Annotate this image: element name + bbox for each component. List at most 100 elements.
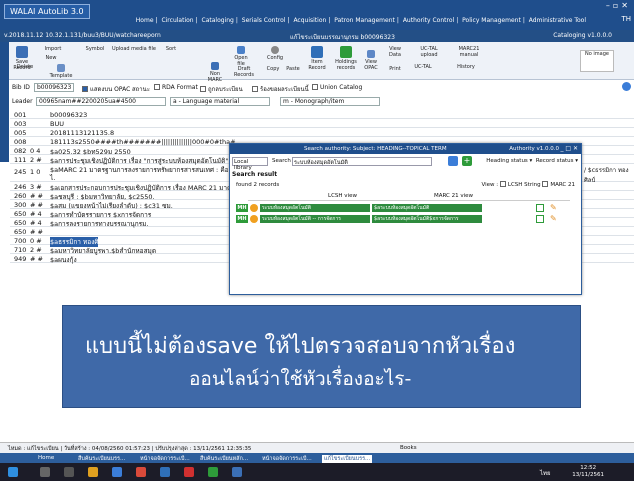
path-bar: v.2018.11.12 10.32.1.131/buu3/BUU/watcha… [0,30,634,42]
marc-cell[interactable]: $aระบบห้องสมุดอัตโนมัติ [372,204,482,212]
annotation-line-1: แบบนี้ไม่ต้องsave ให้ไปตรวจสอบจากหัวเรื่… [85,334,516,359]
browser-icon[interactable] [112,467,122,477]
copy-button[interactable]: Copy [264,66,282,72]
file-explorer-icon[interactable] [88,467,98,477]
nav-acquisition[interactable]: Acquisition [293,17,326,24]
edit-icon[interactable]: ✎ [550,204,558,212]
holdings-records-button[interactable]: Holdings records [332,46,360,71]
nav-serials[interactable]: Serials Control [242,17,286,24]
non-marc-button[interactable]: Non MARC [204,62,226,83]
app-icon[interactable] [160,467,170,477]
nav-cataloging[interactable]: Cataloging [202,17,234,24]
status-label: สถานะ [132,86,150,93]
annotation-line-2: ออนไลน์ว่าใช้หัวเรื่องอะไร- [189,368,412,390]
paste-button[interactable]: Paste [284,66,302,72]
checkbox-icon [200,86,206,92]
pdf-icon[interactable] [184,467,194,477]
app-title[interactable]: WALAI AutoLib 3.0 [4,4,90,19]
dialog-header: Search authority: Subject: HEADING--TOPI… [230,144,581,154]
leader-type-select[interactable]: a - Language material [170,97,270,106]
table-row[interactable]: MH ระบบห้องสมุดอัตโนมัติ $aระบบห้องสมุดอ… [236,204,572,213]
side-tab-strip[interactable] [0,42,9,162]
lcsh-checkbox[interactable] [499,181,506,187]
marc21-manual-button[interactable]: MARC21 manual [452,46,486,58]
marc-field-row[interactable]: 001 b00096323 [10,110,634,119]
request-checkbox[interactable]: ร้องขอผลระเบียนนี้ [252,84,309,94]
new-button[interactable]: New [40,55,62,61]
language-indicator[interactable]: ไทย [540,468,551,478]
import-button[interactable]: Import [40,46,66,52]
history-button[interactable]: History [452,64,480,70]
template-button[interactable]: Template [48,64,74,79]
nav-admin[interactable]: Administrative Tool [529,17,586,24]
marc-cell[interactable]: $aระบบห้องสมุดอัตโนมัติ$xการจัดการ [372,215,482,223]
leader-label: Leader [12,98,33,105]
select-icon[interactable] [536,215,544,223]
collapse-icon[interactable] [622,82,631,91]
table-row[interactable]: MH ระบบห้องสมุดอัตโนมัติ -- การจัดการ $a… [236,215,572,224]
opac-checkbox[interactable]: แสดงบน OPAC [82,84,130,94]
uc-tal-button[interactable]: UC-TAL [412,64,434,70]
marc-field-row[interactable]: 005 20181113121135.8 [10,128,634,137]
tab-search-bib[interactable]: สืบค้นระเบียนบรร... [78,455,125,463]
select-icon[interactable] [536,204,544,212]
delete-button[interactable]: Delete [12,64,38,70]
tab-search-main[interactable]: สืบค้นระเบียนหลัก... [200,455,248,463]
excel-icon[interactable] [208,467,218,477]
print-button[interactable]: Print [384,66,406,72]
window-controls[interactable]: –▫✕ [606,1,631,10]
tab-home[interactable]: Home [38,455,54,461]
view-opac-button[interactable]: View OPAC [362,50,380,71]
marc21-checkbox[interactable] [542,181,549,187]
open-file-button[interactable]: Open file [230,46,252,67]
user-badge[interactable]: TH [621,15,631,23]
nav-patron[interactable]: Patron Management [334,17,395,24]
draft-records-button[interactable]: Draft Records [230,66,258,78]
rda-checkbox[interactable]: RDA Format [154,84,198,91]
search-icon[interactable] [40,467,50,477]
top-nav: Home | Circulation | Cataloging | Serials C… [135,17,586,24]
chrome-icon[interactable] [136,467,146,477]
walai-taskbar-icon[interactable] [232,467,242,477]
search-authority-dialog: Search authority: Subject: HEADING--TOPI… [229,143,582,295]
nav-authority[interactable]: Authority Control [403,17,454,24]
edit-icon[interactable]: ✎ [550,215,558,223]
add-icon[interactable]: + [462,156,472,166]
search-input[interactable]: ระบบห้องสมุดอัตโนมัติ [292,157,432,166]
clock[interactable]: 12:52 13/11/2561 [572,465,604,479]
nav-circulation[interactable]: Circulation [161,17,193,24]
folder-icon [237,46,245,54]
close-icon[interactable]: _ □ ✕ [560,145,578,152]
bibid-field[interactable]: b00096323 [34,83,75,92]
search-icon[interactable] [448,156,458,166]
task-view-icon[interactable] [64,467,74,477]
tab-edit-bib[interactable]: แก้ไขระเบียนบรร... [322,455,373,463]
marc-field-row[interactable]: 003 BUU [10,119,634,128]
nav-home[interactable]: Home [136,17,154,24]
start-icon[interactable] [8,467,18,477]
result-table-header: LCSH view MARC 21 view [248,192,570,201]
lcsh-cell[interactable]: ระบบห้องสมุดอัตโนมัติ -- การจัดการ [260,215,370,223]
tab-manage-1[interactable]: หน้าจอจัดการระเบี... [140,455,190,463]
status-filters[interactable]: Heading status ▾ Record status ▾ [486,158,578,164]
info-icon[interactable] [250,215,258,223]
union-catalog-checkbox[interactable]: Union Catalog [312,84,362,91]
upload-media-button[interactable]: Upload media file [112,46,156,52]
annotation-overlay: แบบนี้ไม่ต้องsave ให้ไปตรวจสอบจากหัวเรื่… [62,305,581,408]
nav-policy[interactable]: Policy Management [462,17,521,24]
symbol-button[interactable]: Symbol [82,46,108,52]
library-select[interactable]: Local library [232,157,268,171]
dialog-title: Search authority: Subject: HEADING--TOPI… [304,146,447,152]
checkbox-icon [82,86,88,92]
deleted-checkbox[interactable]: ถูกลบระเบียน [200,84,243,94]
leader-input[interactable]: 00965nam##2200205ua#4500 [36,97,166,106]
lcsh-cell[interactable]: ระบบห้องสมุดอัตโนมัติ [260,204,370,212]
sort-button[interactable]: Sort [160,46,182,52]
view-data-button[interactable]: View Data [384,46,406,58]
tab-manage-2[interactable]: หน้าจอจัดการระเบี... [262,455,312,463]
info-icon[interactable] [250,204,258,212]
config-button[interactable]: Config [264,46,286,61]
leader-level-select[interactable]: m - Monograph/item [280,97,380,106]
item-record-button[interactable]: Item Record [306,46,328,71]
uc-tal-upload-button[interactable]: UC-TAL upload [412,46,446,58]
